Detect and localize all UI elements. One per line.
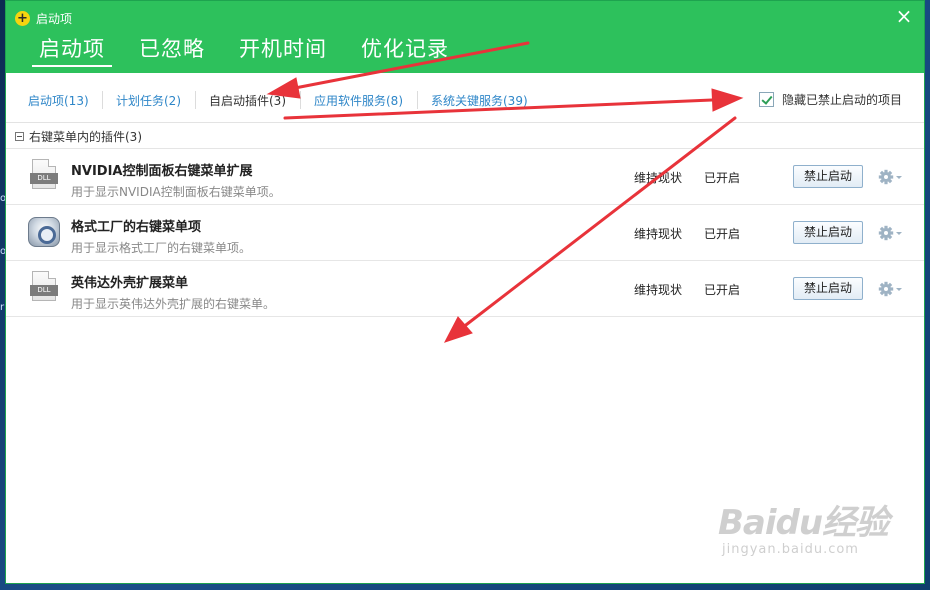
item-suggestion: 维持现状 (634, 171, 683, 185)
list-item: DLL NVIDIA控制面板右键菜单扩展 用于显示NVIDIA控制面板右键菜单项… (6, 149, 924, 205)
watermark-logo: Baidu经验 (718, 503, 889, 543)
item-status: 已开启 (704, 283, 741, 297)
item-description: 用于显示NVIDIA控制面板右键菜单项。 (71, 185, 281, 199)
item-name: 格式工厂的右键菜单项 (71, 220, 202, 235)
hide-disabled-label: 隐藏已禁止启动的项目 (781, 93, 902, 107)
dll-file-icon: DLL (28, 159, 60, 193)
disable-startup-button[interactable]: 禁止启动 (793, 221, 863, 244)
disable-startup-button[interactable]: 禁止启动 (793, 277, 863, 300)
dll-icon-text: DLL (30, 173, 58, 184)
baidu-jingyan-watermark: Baidu经验 jingyan.baidu.com (718, 495, 889, 557)
item-description: 用于显示英伟达外壳扩展的右键菜单。 (71, 297, 276, 311)
item-suggestion: 维持现状 (634, 227, 683, 241)
gear-icon[interactable] (878, 224, 904, 242)
startup-manager-window: + 启动项 × 启动项 已忽略 开机时间 优化记录 启动项(13) 计划任务(2… (5, 0, 925, 584)
subtab-divider (102, 91, 103, 109)
item-suggestion: 维持现状 (634, 283, 683, 297)
hide-disabled-option[interactable]: 隐藏已禁止启动的项目 (758, 91, 902, 108)
format-factory-icon (28, 215, 60, 249)
group-title: 右键菜单内的插件(3) (29, 130, 142, 144)
watermark-url: jingyan.baidu.com (722, 542, 859, 557)
subtab-divider (195, 91, 196, 109)
app-logo-icon: + (15, 11, 30, 26)
tab-optimize-history[interactable]: 优化记录 (354, 35, 456, 67)
list-item: 格式工厂的右键菜单项 用于显示格式工厂的右键菜单项。 维持现状 已开启 禁止启动 (6, 205, 924, 261)
item-name: NVIDIA控制面板右键菜单扩展 (71, 164, 253, 179)
subtab-startup-items[interactable]: 启动项(13) (28, 92, 89, 109)
tab-startup-items[interactable]: 启动项 (32, 35, 112, 67)
item-name: 英伟达外壳扩展菜单 (71, 276, 189, 291)
collapse-icon[interactable] (15, 132, 24, 141)
gear-icon[interactable] (878, 280, 904, 298)
subtab-divider (300, 91, 301, 109)
window-title: 启动项 (36, 12, 73, 26)
item-description: 用于显示格式工厂的右键菜单项。 (71, 241, 252, 255)
subtab-autostart-plugins[interactable]: 自启动插件(3) (209, 92, 286, 109)
subtab-scheduled-tasks[interactable]: 计划任务(2) (116, 92, 181, 109)
close-button[interactable]: × (894, 6, 914, 27)
disable-startup-button[interactable]: 禁止启动 (793, 165, 863, 188)
list-item: DLL 英伟达外壳扩展菜单 用于显示英伟达外壳扩展的右键菜单。 维持现状 已开启… (6, 261, 924, 317)
gear-icon[interactable] (878, 168, 904, 186)
desktop-edge-letter: r (0, 302, 5, 313)
subtab-divider (417, 91, 418, 109)
subtab-system-services[interactable]: 系统关键服务(39) (431, 92, 528, 109)
tab-boot-time[interactable]: 开机时间 (232, 35, 334, 67)
subtab-app-services[interactable]: 应用软件服务(8) (314, 92, 403, 109)
plugin-list: DLL NVIDIA控制面板右键菜单扩展 用于显示NVIDIA控制面板右键菜单项… (6, 149, 924, 317)
tab-ignored[interactable]: 已忽略 (132, 35, 212, 67)
main-tab-bar: 启动项 已忽略 开机时间 优化记录 (32, 35, 476, 67)
title-bar: + 启动项 × 启动项 已忽略 开机时间 优化记录 (6, 1, 924, 73)
item-status: 已开启 (704, 171, 741, 185)
dll-icon-text: DLL (30, 285, 58, 296)
group-header: 右键菜单内的插件(3) (6, 125, 924, 149)
dll-file-icon: DLL (28, 271, 60, 305)
hide-disabled-checkbox[interactable] (758, 92, 774, 107)
sub-tab-bar: 启动项(13) 计划任务(2) 自启动插件(3) 应用软件服务(8) 系统关键服… (6, 79, 924, 123)
item-status: 已开启 (704, 227, 741, 241)
